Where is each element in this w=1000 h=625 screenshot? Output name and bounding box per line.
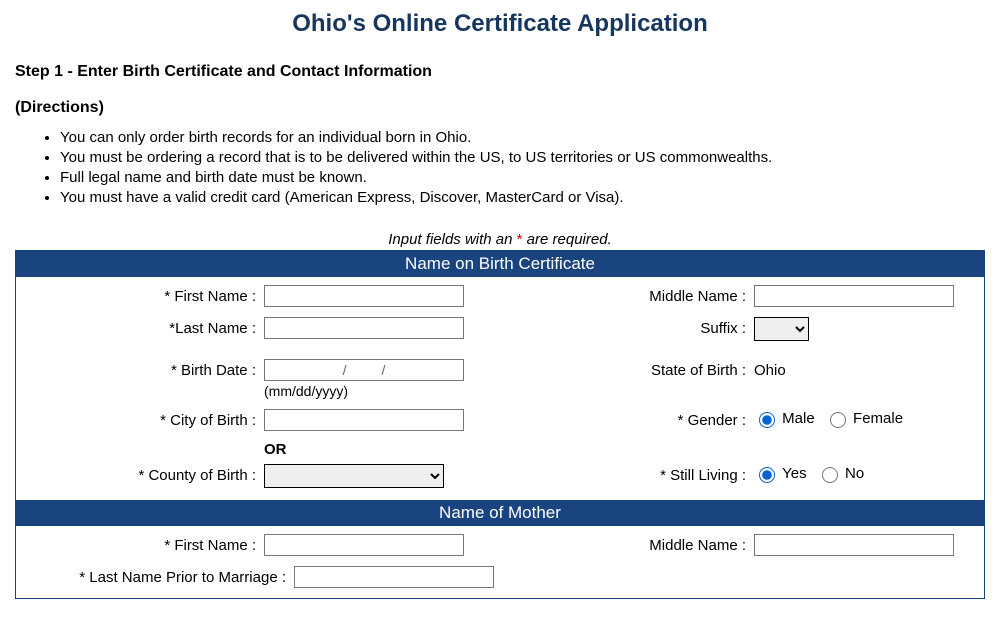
directions-label: (Directions): [15, 99, 985, 117]
last-name-label: *Last Name :: [31, 317, 264, 337]
directions-list: You can only order birth records for an …: [15, 129, 985, 206]
step-heading: Step 1 - Enter Birth Certificate and Con…: [15, 63, 985, 81]
gender-male-radio[interactable]: [759, 412, 775, 428]
page-title: Ohio's Online Certificate Application: [15, 10, 985, 38]
still-living-yes-label: Yes: [782, 465, 806, 482]
still-living-label: * Still Living :: [616, 464, 754, 484]
mother-first-name-label: * First Name :: [31, 534, 264, 554]
suffix-label: Suffix :: [616, 317, 754, 337]
form-container: Name on Birth Certificate * First Name :…: [15, 250, 985, 599]
still-living-no-radio[interactable]: [822, 467, 838, 483]
section-header-mother: Name of Mother: [16, 500, 985, 526]
last-name-input[interactable]: [264, 317, 464, 339]
gender-label: * Gender :: [616, 409, 754, 429]
middle-name-input[interactable]: [754, 285, 954, 307]
gender-female-radio[interactable]: [830, 412, 846, 428]
birth-date-label: * Birth Date :: [31, 359, 264, 379]
required-fields-note: Input fields with an * are required.: [15, 231, 985, 248]
section-header-certificate: Name on Birth Certificate: [16, 251, 985, 278]
birth-date-input[interactable]: [264, 359, 464, 381]
mother-last-name-prior-label: * Last Name Prior to Marriage :: [31, 566, 294, 586]
still-living-yes-radio[interactable]: [759, 467, 775, 483]
state-of-birth-value: Ohio: [754, 359, 969, 379]
state-of-birth-label: State of Birth :: [616, 359, 754, 379]
mother-last-name-prior-input[interactable]: [294, 566, 494, 588]
still-living-no-label: No: [845, 465, 864, 482]
suffix-select[interactable]: [754, 317, 809, 341]
gender-male-label: Male: [782, 410, 815, 427]
mother-middle-name-label: Middle Name :: [616, 534, 754, 554]
first-name-label: * First Name :: [31, 285, 264, 305]
city-of-birth-label: * City of Birth :: [31, 409, 264, 429]
city-of-birth-input[interactable]: [264, 409, 464, 431]
list-item: You can only order birth records for an …: [60, 129, 985, 146]
mother-middle-name-input[interactable]: [754, 534, 954, 556]
mother-first-name-input[interactable]: [264, 534, 464, 556]
gender-female-label: Female: [853, 410, 903, 427]
list-item: You must have a valid credit card (Ameri…: [60, 189, 985, 206]
date-format-hint: (mm/dd/yyyy): [264, 383, 489, 399]
middle-name-label: Middle Name :: [616, 285, 754, 305]
list-item: You must be ordering a record that is to…: [60, 149, 985, 166]
county-of-birth-label: * County of Birth :: [31, 464, 264, 484]
county-of-birth-select[interactable]: [264, 464, 444, 488]
first-name-input[interactable]: [264, 285, 464, 307]
or-separator: OR: [264, 441, 489, 458]
list-item: Full legal name and birth date must be k…: [60, 169, 985, 186]
